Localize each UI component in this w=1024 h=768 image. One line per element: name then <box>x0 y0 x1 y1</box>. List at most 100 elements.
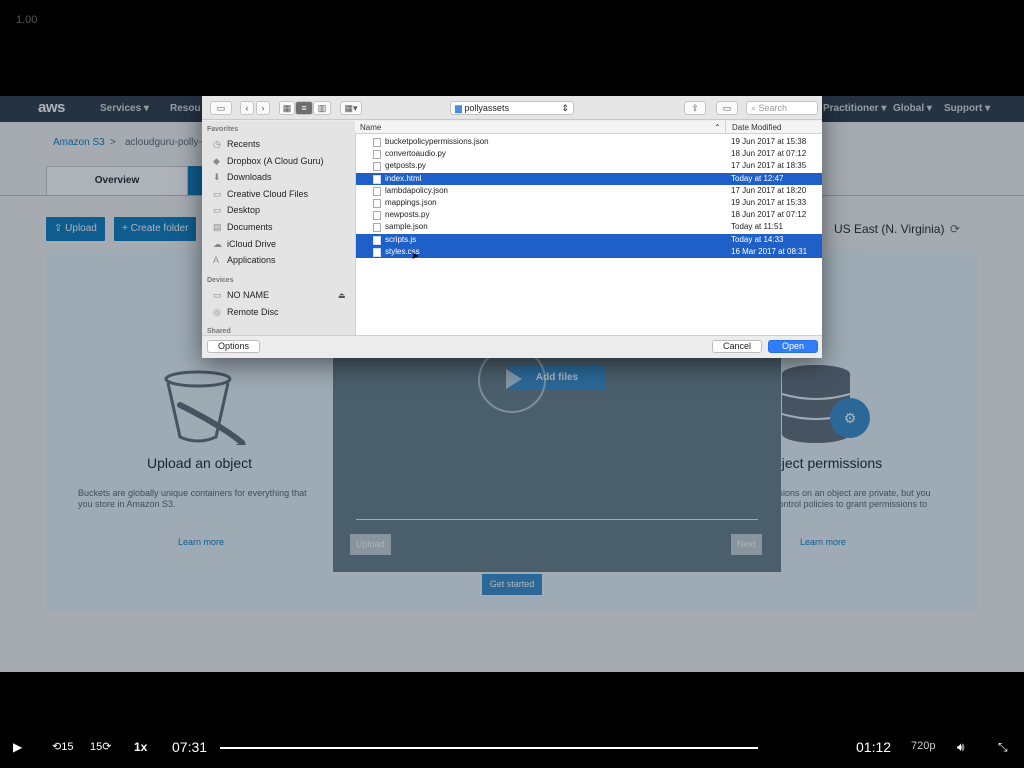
sidebar-item[interactable]: ▤ Documents <box>213 222 273 233</box>
file-name: getposts.py <box>385 161 426 171</box>
file-row[interactable]: sample.json Today at 11:51 <box>356 221 822 233</box>
forward-icon[interactable]: › <box>256 101 270 115</box>
file-row[interactable]: styles.css 16 Mar 2017 at 08:31 <box>356 245 822 258</box>
file-icon <box>373 199 381 208</box>
file-date: 17 Jun 2017 at 18:20 <box>731 185 807 195</box>
file-icon <box>373 235 381 245</box>
cancel-button[interactable]: Cancel <box>712 340 762 353</box>
sidebar-item[interactable]: ◎ Remote Disc <box>213 307 279 318</box>
play-icon[interactable]: ▶ <box>13 740 22 754</box>
sidebar-toggle-icon[interactable]: ▭ <box>210 101 232 115</box>
file-icon <box>373 247 381 257</box>
file-row[interactable]: index.html Today at 12:47 <box>356 172 822 185</box>
rewind-icon[interactable]: ⟲15 <box>52 740 73 753</box>
file-row[interactable]: lambdapolicy.json 17 Jun 2017 at 18:20 <box>356 185 822 197</box>
file-icon <box>373 211 381 221</box>
back-icon[interactable]: ‹ <box>240 101 254 115</box>
sidebar-item-label: Remote Disc <box>227 306 279 317</box>
video-frame: 1.00 aws Services ▾ Resou Practitioner ▾… <box>0 0 1024 768</box>
folder-icon: ▭ <box>213 205 222 216</box>
playback-speed-button[interactable]: 1x <box>134 740 147 754</box>
column-name-header[interactable]: Name <box>360 123 381 132</box>
file-name: mappings.json <box>385 198 437 207</box>
folder-icon: ▭ <box>213 188 222 199</box>
sidebar-item-label: Recents <box>227 139 261 149</box>
sort-chevron-icon: ⌃ <box>714 123 721 132</box>
file-name: scripts.js <box>385 234 417 244</box>
sidebar-item[interactable]: ▭ Creative Cloud Files <box>213 189 308 200</box>
list-view-icon[interactable]: ≡ <box>295 101 313 115</box>
file-icon <box>373 174 381 184</box>
search-input[interactable]: ⌕ Search <box>746 101 818 115</box>
eject-icon[interactable]: ⏏ <box>338 291 346 300</box>
sidebar-item-label: Desktop <box>227 205 261 216</box>
file-row[interactable]: bucketpolicypermissions.json 19 Jun 2017 … <box>356 136 822 148</box>
file-date: 18 Jun 2017 at 07:12 <box>731 149 807 159</box>
cloud-icon: ☁ <box>213 238 222 249</box>
sidebar-item[interactable]: ▭ NO NAME <box>213 290 269 301</box>
document-icon: ▤ <box>213 222 222 232</box>
path-popup[interactable]: ▆ pollyassets ⇕ <box>450 101 574 115</box>
applications-icon: A <box>213 255 220 266</box>
sidebar-item[interactable]: ◷ Recents <box>213 139 260 150</box>
sidebar-item-label: Documents <box>227 222 273 232</box>
sidebar-item[interactable]: A Applications <box>213 255 276 265</box>
remaining-time: 01:12 <box>856 739 892 755</box>
file-date: 19 Jun 2017 at 15:38 <box>731 137 807 146</box>
clock-icon: ◷ <box>213 139 221 149</box>
file-row[interactable]: newposts.py 18 Jun 2017 at 07:12 <box>356 209 822 221</box>
sidebar-item-label: Dropbox (A Cloud Guru) <box>227 155 324 166</box>
open-button[interactable]: Open <box>768 340 818 353</box>
share-icon[interactable]: ⇧ <box>684 101 706 115</box>
file-name: lambdapolicy.json <box>385 185 448 195</box>
devices-heading: Devices <box>207 277 234 284</box>
file-row[interactable]: scripts.js Today at 14:33 <box>356 233 822 246</box>
search-placeholder: Search <box>758 103 788 113</box>
path-label: pollyassets <box>464 103 509 113</box>
volume-icon[interactable]: 🔊︎ <box>957 740 965 755</box>
favorites-heading: Favorites <box>207 126 239 133</box>
file-name: sample.json <box>385 222 428 232</box>
file-name: bucketpolicypermissions.json <box>385 137 489 146</box>
file-icon <box>373 223 381 233</box>
file-row[interactable]: getposts.py 17 Jun 2017 at 18:35 <box>356 160 822 172</box>
disc-icon: ◎ <box>213 306 221 317</box>
sidebar-item-label: iCloud Drive <box>227 238 277 249</box>
quality-button[interactable]: 720p <box>911 740 935 752</box>
file-row[interactable]: mappings.json 19 Jun 2017 at 15:33 <box>356 197 822 209</box>
file-date: Today at 14:33 <box>731 234 784 244</box>
sidebar-item[interactable]: ⬇ Downloads <box>213 172 272 183</box>
column-view-icon[interactable]: ▥ <box>313 101 331 115</box>
file-icon <box>373 162 381 172</box>
file-name: index.html <box>385 173 422 183</box>
forward-icon[interactable]: 15⟳ <box>90 740 111 753</box>
sidebar-item[interactable]: ▭ Desktop <box>213 205 260 216</box>
tag-icon[interactable]: ▭ <box>716 101 738 115</box>
file-date: Today at 12:47 <box>731 173 784 183</box>
dropbox-icon: ◆ <box>213 155 220 166</box>
current-time: 07:31 <box>172 739 208 755</box>
column-date-header[interactable]: Date Modified <box>732 123 781 132</box>
file-icon <box>373 150 381 160</box>
drive-icon: ▭ <box>213 290 222 300</box>
options-button[interactable]: Options <box>207 340 260 353</box>
column-divider <box>725 121 726 134</box>
fullscreen-exit-icon[interactable]: ⤡ <box>998 740 1008 755</box>
file-name: newposts.py <box>385 210 430 220</box>
arrange-icon[interactable]: ▦▾ <box>340 101 362 115</box>
file-date: 17 Jun 2017 at 18:35 <box>731 161 807 171</box>
sidebar-item[interactable]: ◆ Dropbox (A Cloud Guru) <box>213 156 324 167</box>
search-icon: ⌕ <box>751 103 759 113</box>
file-icon <box>373 186 381 196</box>
folder-icon: ▆ <box>455 103 465 113</box>
sidebar-item-label: NO NAME <box>227 290 270 300</box>
sidebar-item[interactable]: ☁ iCloud Drive <box>213 239 276 250</box>
rewind-seconds: 15 <box>61 741 74 753</box>
updown-chevron-icon: ⇕ <box>561 103 569 113</box>
forward-seconds: 15 <box>90 741 103 753</box>
progress-fill <box>220 747 758 749</box>
file-date: 16 Mar 2017 at 08:31 <box>731 246 808 256</box>
icon-view-icon[interactable]: ▦ <box>279 101 295 115</box>
file-row[interactable]: convertoaudio.py 18 Jun 2017 at 07:12 <box>356 148 822 160</box>
mouse-cursor-icon: ➤ <box>411 251 420 262</box>
